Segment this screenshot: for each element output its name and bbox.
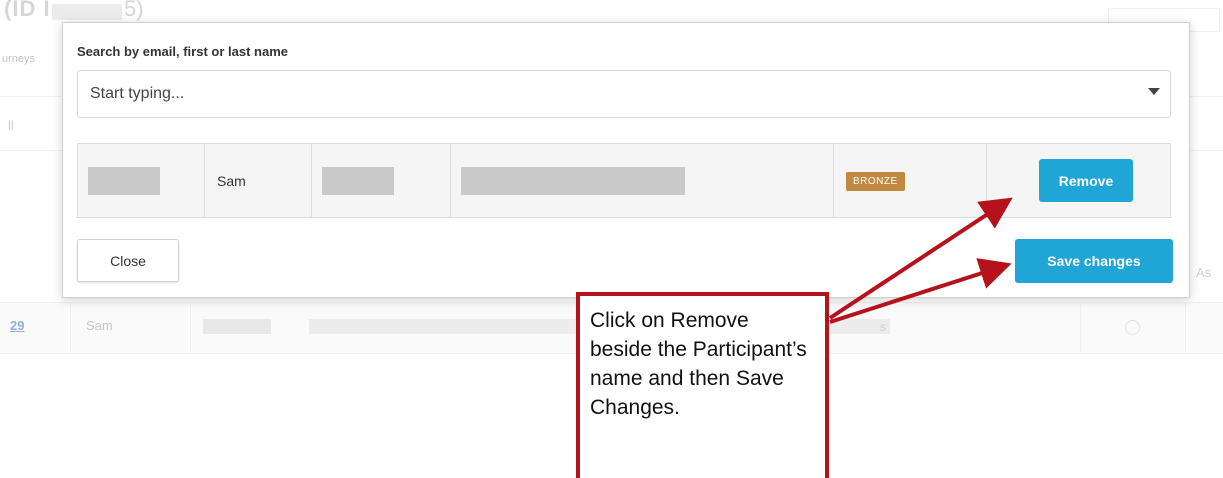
search-select[interactable] <box>77 70 1171 118</box>
participant-email-cell <box>450 143 834 218</box>
background-page-title: (ID I <box>4 0 51 21</box>
background-row-redaction <box>309 319 589 334</box>
close-button[interactable]: Close <box>77 239 179 282</box>
background-column-fragment: ll <box>8 118 14 133</box>
redacted-block <box>322 166 394 195</box>
edit-participants-modal: Search by email, first or last name Sam … <box>62 22 1190 298</box>
participant-first-name: Sam <box>204 143 312 218</box>
redacted-block <box>461 166 685 195</box>
background-row-radio-icon[interactable] <box>1125 320 1140 335</box>
remove-button[interactable]: Remove <box>1039 159 1133 202</box>
participants-table: Sam BRONZE Remove <box>77 143 1171 218</box>
background-subtitle: urneys <box>2 53 36 65</box>
annotation-callout: Click on Remove beside the Participant’s… <box>576 292 829 478</box>
background-header-fragment: As <box>1196 265 1212 280</box>
search-input[interactable] <box>78 71 1142 117</box>
background-column-divider <box>70 302 71 352</box>
background-column-divider <box>1080 302 1081 352</box>
chevron-down-icon[interactable] <box>1148 88 1160 95</box>
participant-level-cell: BRONZE <box>833 143 987 218</box>
participant-id-cell <box>77 143 205 218</box>
participant-action-cell: Remove <box>986 143 1171 218</box>
background-title-redaction <box>52 4 122 20</box>
table-row: Sam BRONZE Remove <box>77 143 1171 218</box>
annotation-text: Click on Remove beside the Participant’s… <box>590 309 807 419</box>
save-changes-button[interactable]: Save changes <box>1015 239 1173 283</box>
background-row-id-link[interactable]: 29 <box>10 318 24 333</box>
status-badge: BRONZE <box>846 171 905 191</box>
background-title-end: 5) <box>124 0 144 21</box>
background-row-name: Sam <box>86 318 113 333</box>
background-row-tail: s <box>880 320 886 334</box>
participant-last-name-cell <box>311 143 451 218</box>
redacted-block <box>88 166 160 195</box>
background-row-redaction <box>203 319 271 334</box>
search-label: Search by email, first or last name <box>77 44 288 59</box>
background-column-divider <box>1185 302 1186 352</box>
background-column-divider <box>190 302 191 352</box>
